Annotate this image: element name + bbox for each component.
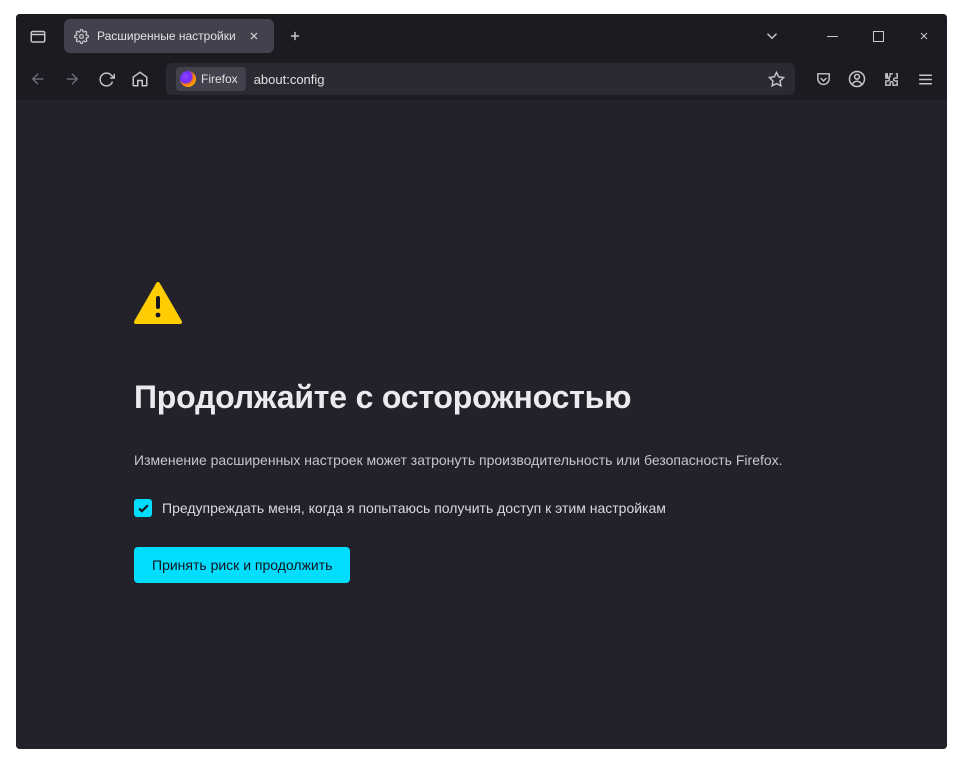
account-button[interactable]: [841, 63, 873, 95]
warn-checkbox[interactable]: [134, 499, 152, 517]
tab-active[interactable]: Расширенные настройки: [64, 19, 274, 53]
maximize-icon: [873, 31, 884, 42]
titlebar: Расширенные настройки: [16, 14, 947, 58]
window-close-button[interactable]: [901, 16, 947, 56]
back-button[interactable]: [22, 63, 54, 95]
plus-icon: [288, 29, 302, 43]
reload-icon: [98, 71, 115, 88]
list-tabs-button[interactable]: [755, 16, 789, 56]
tab-title: Расширенные настройки: [97, 29, 236, 43]
warning-triangle-icon: [134, 282, 874, 329]
content-area: Продолжайте с осторожностью Изменение ра…: [16, 100, 947, 749]
puzzle-icon: [883, 71, 900, 88]
firefox-logo-icon: [180, 71, 196, 87]
app-menu-button[interactable]: [909, 63, 941, 95]
identity-pill[interactable]: Firefox: [176, 67, 246, 91]
gear-icon: [74, 29, 89, 44]
identity-label: Firefox: [201, 72, 238, 86]
new-tab-button[interactable]: [280, 21, 310, 51]
url-text: about:config: [254, 72, 760, 87]
warning-heading: Продолжайте с осторожностью: [134, 379, 874, 416]
titlebar-left: Расширенные настройки: [16, 14, 310, 58]
tab-overview-button[interactable]: [16, 14, 60, 58]
titlebar-right: [755, 14, 947, 58]
reload-button[interactable]: [90, 63, 122, 95]
tabs-icon: [29, 27, 47, 45]
extensions-button[interactable]: [875, 63, 907, 95]
warning-description: Изменение расширенных настроек может зат…: [134, 450, 874, 471]
navbar: Firefox about:config: [16, 58, 947, 100]
warning-box: Продолжайте с осторожностью Изменение ра…: [134, 282, 874, 583]
warn-checkbox-row[interactable]: Предупреждать меня, когда я попытаюсь по…: [134, 499, 874, 517]
minimize-icon: [827, 31, 838, 42]
bookmark-star-button[interactable]: [768, 71, 785, 88]
home-button[interactable]: [124, 63, 156, 95]
forward-button[interactable]: [56, 63, 88, 95]
star-icon: [768, 71, 785, 88]
pocket-icon: [815, 71, 832, 88]
close-icon: [918, 30, 930, 42]
hamburger-icon: [917, 71, 934, 88]
window-maximize-button[interactable]: [855, 16, 901, 56]
pocket-button[interactable]: [807, 63, 839, 95]
tab-close-button[interactable]: [244, 26, 264, 46]
close-icon: [248, 30, 260, 42]
home-icon: [131, 70, 149, 88]
chevron-down-icon: [763, 27, 781, 45]
browser-window: Расширенные настройки: [16, 14, 947, 749]
arrow-right-icon: [63, 70, 81, 88]
arrow-left-icon: [29, 70, 47, 88]
checkmark-icon: [137, 502, 150, 515]
window-minimize-button[interactable]: [809, 16, 855, 56]
account-icon: [848, 70, 866, 88]
url-bar[interactable]: Firefox about:config: [166, 63, 795, 95]
warn-checkbox-label: Предупреждать меня, когда я попытаюсь по…: [162, 500, 666, 516]
accept-risk-button[interactable]: Принять риск и продолжить: [134, 547, 350, 583]
